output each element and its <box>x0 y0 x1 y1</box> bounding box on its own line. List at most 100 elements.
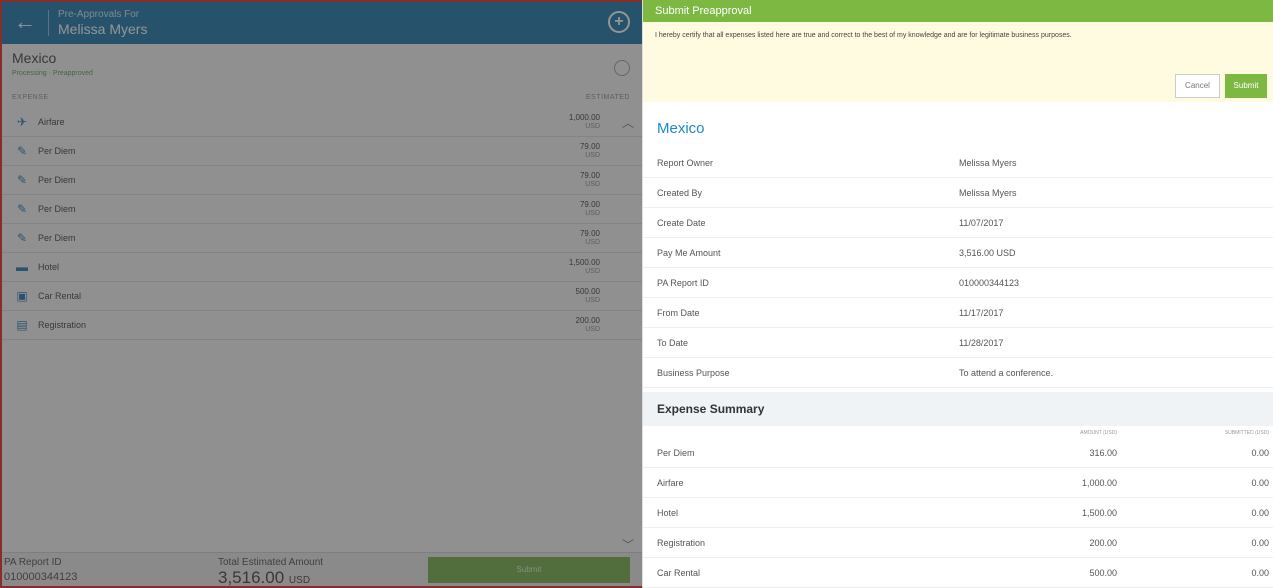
airplane-icon: ✈ <box>16 115 28 129</box>
expense-label: Hotel <box>38 262 60 272</box>
expense-label: Registration <box>38 320 87 330</box>
summary-submitted: 0.00 <box>1251 478 1269 488</box>
summary-type: Hotel <box>657 508 679 518</box>
detail-value: 010000344123 <box>959 278 1020 288</box>
expense-currency: USD <box>585 181 600 188</box>
summary-column-headers: AMOUNT (USD) SUBMITTED (USD) <box>643 426 1273 438</box>
preapprovals-pane: ← Pre-Approvals For Melissa Myers + Mexi… <box>0 0 642 588</box>
expense-label: Per Diem <box>38 204 76 214</box>
detail-row: Report Owner Melissa Myers <box>643 148 1273 178</box>
expense-row[interactable]: ✎ Per Diem 79.00 USD <box>2 224 642 253</box>
detail-key: Report Owner <box>657 158 714 168</box>
expense-amount: 79.00 <box>579 171 600 180</box>
summary-amount: 316.00 <box>1089 448 1117 458</box>
submit-button[interactable]: Submit <box>1225 74 1267 98</box>
expense-summary-list: Per Diem 316.00 0.00 Airfare 1,000.00 0.00 Hot… <box>643 438 1273 588</box>
detail-value: Melissa Myers <box>959 188 1017 198</box>
expense-currency: USD <box>585 210 600 217</box>
expense-currency: USD <box>585 239 600 246</box>
summary-submitted: 0.00 <box>1251 538 1269 548</box>
report-details: Report Owner Melissa Myers Created By Melis… <box>643 148 1273 388</box>
expense-row[interactable]: ✎ Per Diem 79.00 USD <box>2 195 642 224</box>
submitted-col-header: SUBMITTED (USD) <box>1224 430 1269 436</box>
expense-label: Car Rental <box>38 291 82 301</box>
summary-row: Hotel 1,500.00 0.00 <box>643 498 1273 528</box>
detail-value: 11/17/2017 <box>959 308 1004 318</box>
expense-amount: 1,000.00 <box>568 113 600 122</box>
amount-col-header: AMOUNT (USD) <box>1080 430 1117 436</box>
add-circle-icon[interactable]: + <box>608 11 630 33</box>
expense-currency: USD <box>585 123 600 130</box>
footer-submit-button[interactable]: Submit <box>428 557 630 583</box>
expense-amount: 79.00 <box>579 142 600 151</box>
detail-value: 11/28/2017 <box>959 338 1004 348</box>
report-id-label: PA Report ID <box>4 557 62 568</box>
back-arrow-icon[interactable]: ← <box>12 10 38 36</box>
report-id-value: 010000344123 <box>4 571 78 583</box>
total-value: 3,516.00 USD <box>218 568 310 586</box>
summary-type: Per Diem <box>657 448 695 458</box>
cancel-button[interactable]: Cancel <box>1175 74 1220 98</box>
summary-amount: 500.00 <box>1089 568 1117 578</box>
expense-col-header: EXPENSE <box>12 94 49 101</box>
panel-title: Submit Preapproval <box>643 0 1273 22</box>
per-diem-icon: ✎ <box>16 144 28 158</box>
report-title: Mexico <box>12 50 57 66</box>
footer: PA Report ID 010000344123 Total Estimate… <box>2 552 642 586</box>
expense-row[interactable]: ▤ Registration 200.00 USD <box>2 311 642 340</box>
summary-submitted: 0.00 <box>1251 568 1269 578</box>
expense-label: Per Diem <box>38 175 76 185</box>
info-icon[interactable] <box>614 60 630 76</box>
submit-preapproval-panel: Submit Preapproval I hereby certify that… <box>642 0 1273 588</box>
expense-amount: 200.00 <box>575 316 600 325</box>
registration-icon: ▤ <box>16 318 28 332</box>
summary-type: Car Rental <box>657 568 701 578</box>
expense-row[interactable]: ✎ Per Diem 79.00 USD <box>2 166 642 195</box>
expense-row[interactable]: ▬ Hotel 1,500.00 USD <box>2 253 642 282</box>
detail-key: Business Purpose <box>657 368 730 378</box>
detail-row: Pay Me Amount 3,516.00 USD <box>643 238 1273 268</box>
bed-icon: ▬ <box>16 260 28 274</box>
detail-key: To Date <box>657 338 689 348</box>
summary-type: Registration <box>657 538 706 548</box>
detail-row: Business Purpose To attend a conference. <box>643 358 1273 388</box>
summary-submitted: 0.00 <box>1251 448 1269 458</box>
detail-value: 11/07/2017 <box>959 218 1004 228</box>
detail-key: Pay Me Amount <box>657 248 721 258</box>
summary-type: Airfare <box>657 478 684 488</box>
detail-key: Created By <box>657 188 703 198</box>
summary-row: Car Rental 500.00 0.00 <box>643 558 1273 588</box>
expense-row[interactable]: ✎ Per Diem 79.00 USD <box>2 137 642 166</box>
detail-key: From Date <box>657 308 700 318</box>
detail-key: PA Report ID <box>657 278 709 288</box>
expense-amount: 79.00 <box>579 229 600 238</box>
chevron-down-icon[interactable]: ﹀ <box>622 536 634 553</box>
expense-list: ✈ Airfare 1,000.00 USD ✎ Per Diem 79.00 USD ✎ Per… <box>2 108 642 340</box>
expense-currency: USD <box>585 268 600 275</box>
summary-amount: 1,000.00 <box>1081 478 1117 488</box>
top-bar: ← Pre-Approvals For Melissa Myers + <box>2 2 642 44</box>
summary-submitted: 0.00 <box>1251 508 1269 518</box>
pre-approvals-label: Pre-Approvals For <box>58 9 140 20</box>
expense-amount: 79.00 <box>579 200 600 209</box>
expense-amount: 500.00 <box>575 287 600 296</box>
expense-label: Per Diem <box>38 233 76 243</box>
report-header: Mexico Processing · Preapproved <box>12 50 632 90</box>
expense-amount: 1,500.00 <box>568 258 600 267</box>
detail-row: Created By Melissa Myers <box>643 178 1273 208</box>
summary-amount: 200.00 <box>1089 538 1117 548</box>
car-icon: ▣ <box>16 289 28 303</box>
report-status: Processing · Preapproved <box>12 70 93 77</box>
detail-row: Create Date 11/07/2017 <box>643 208 1273 238</box>
detail-value: 3,516.00 USD <box>959 248 1016 258</box>
report-title: Mexico <box>657 120 705 137</box>
per-diem-icon: ✎ <box>16 202 28 216</box>
summary-row: Per Diem 316.00 0.00 <box>643 438 1273 468</box>
chevron-up-icon[interactable]: ︿ <box>622 114 634 131</box>
expense-row[interactable]: ✈ Airfare 1,000.00 USD <box>2 108 642 137</box>
certification-box: I hereby certify that all expenses liste… <box>643 22 1273 102</box>
summary-row: Registration 200.00 0.00 <box>643 528 1273 558</box>
detail-value: Melissa Myers <box>959 158 1017 168</box>
expense-row[interactable]: ▣ Car Rental 500.00 USD <box>2 282 642 311</box>
expense-label: Airfare <box>38 117 65 127</box>
